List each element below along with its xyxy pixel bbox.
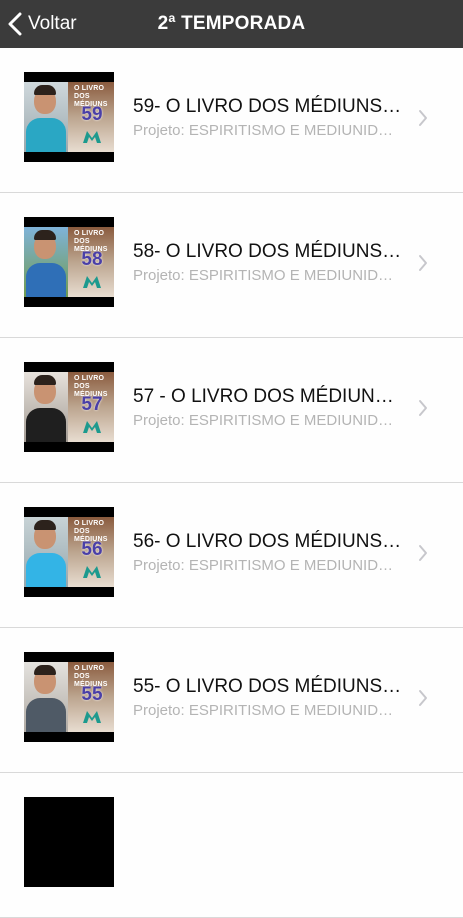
logo-icon xyxy=(83,276,101,288)
thumbnail-number: 55 xyxy=(81,684,103,705)
nav-bar: Voltar 2ª TEMPORADA xyxy=(0,0,463,48)
thumbnail-number: 57 xyxy=(81,394,103,415)
logo-icon xyxy=(83,566,101,578)
chevron-right-icon xyxy=(419,690,427,706)
list-item[interactable] xyxy=(0,773,463,918)
episode-title: 58- O LIVRO DOS MÉDIUNS … xyxy=(133,241,403,262)
thumbnail-number: 56 xyxy=(81,539,103,560)
episode-thumbnail xyxy=(24,797,114,887)
episode-list: O LIVRO DOS MÉDIUNS 59 59- O LIVRO DOS M… xyxy=(0,48,463,918)
chevron-right-icon xyxy=(419,255,427,271)
episode-title: 56- O LIVRO DOS MÉDIUNS … xyxy=(133,531,403,552)
episode-title: 57 - O LIVRO DOS MÉDIUNS … xyxy=(133,386,403,407)
thumbnail-number: 58 xyxy=(81,249,103,270)
list-item[interactable]: O LIVRO DOS MÉDIUNS 59 59- O LIVRO DOS M… xyxy=(0,48,463,193)
episode-thumbnail: O LIVRO DOS MÉDIUNS 59 xyxy=(24,72,114,162)
chevron-right-icon xyxy=(419,400,427,416)
episode-title: 59- O LIVRO DOS MÉDIUNS … xyxy=(133,96,403,117)
logo-icon xyxy=(83,131,101,143)
list-item[interactable]: O LIVRO DOS MÉDIUNS 56 56- O LIVRO DOS M… xyxy=(0,483,463,628)
list-item[interactable]: O LIVRO DOS MÉDIUNS 55 55- O LIVRO DOS M… xyxy=(0,628,463,773)
chevron-right-icon xyxy=(419,545,427,561)
episode-thumbnail: O LIVRO DOS MÉDIUNS 55 xyxy=(24,652,114,742)
thumbnail-number: 59 xyxy=(81,104,103,125)
page-title: 2ª TEMPORADA xyxy=(157,13,306,34)
episode-subtitle: Projeto: ESPIRITISMO E MEDIUNID… xyxy=(133,557,394,574)
episode-subtitle: Projeto: ESPIRITISMO E MEDIUNID… xyxy=(133,267,394,284)
episode-subtitle: Projeto: ESPIRITISMO E MEDIUNID… xyxy=(133,122,394,139)
list-item[interactable]: O LIVRO DOS MÉDIUNS 57 57 - O LIVRO DOS … xyxy=(0,338,463,483)
episode-subtitle: Projeto: ESPIRITISMO E MEDIUNID… xyxy=(133,412,394,429)
episode-thumbnail: O LIVRO DOS MÉDIUNS 57 xyxy=(24,362,114,452)
list-item[interactable]: O LIVRO DOS MÉDIUNS 58 58- O LIVRO DOS M… xyxy=(0,193,463,338)
chevron-right-icon xyxy=(419,110,427,126)
logo-icon xyxy=(83,421,101,433)
episode-thumbnail: O LIVRO DOS MÉDIUNS 56 xyxy=(24,507,114,597)
episode-thumbnail: O LIVRO DOS MÉDIUNS 58 xyxy=(24,217,114,307)
logo-icon xyxy=(83,711,101,723)
episode-title: 55- O LIVRO DOS MÉDIUNS … xyxy=(133,676,403,697)
episode-subtitle: Projeto: ESPIRITISMO E MEDIUNID… xyxy=(133,702,394,719)
